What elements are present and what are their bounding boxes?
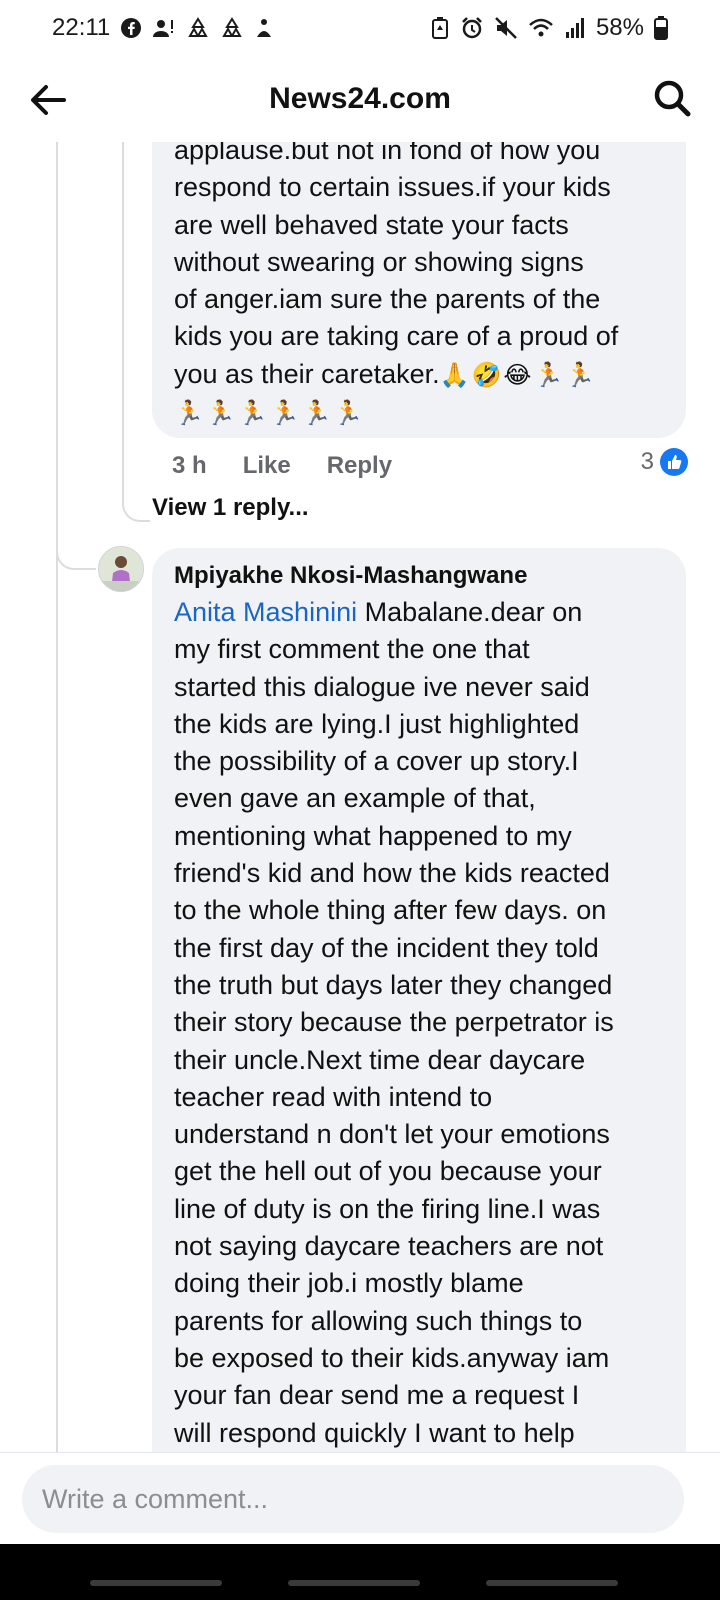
view-replies-link[interactable]: View 1 reply... xyxy=(152,494,309,522)
reply-thread-line xyxy=(122,142,124,502)
reaction-count: 3 xyxy=(640,448,654,475)
battery-icon xyxy=(654,16,668,40)
composer-bar: Write a comment... xyxy=(0,1452,720,1545)
comment-input[interactable]: Write a comment... xyxy=(22,1465,684,1533)
comment-time: 3 h xyxy=(172,452,207,479)
thread-line xyxy=(56,142,58,1482)
app-header: News24.com xyxy=(0,56,720,142)
mention-link[interactable]: Anita Mashinini xyxy=(174,597,357,627)
nav-home-button[interactable] xyxy=(288,1580,420,1586)
clock: 22:11 xyxy=(52,14,111,41)
wellbeing-icon xyxy=(257,19,272,37)
like-reaction-icon xyxy=(660,448,688,476)
facebook-icon xyxy=(121,18,142,38)
page-title: News24.com xyxy=(269,82,451,115)
saver-icon xyxy=(431,17,448,39)
comment-author[interactable]: Mpiyakhe Nkosi-Mashangwane xyxy=(174,562,664,590)
reaction-summary[interactable]: 3 xyxy=(641,448,688,476)
emoji-reactions: 🏃🏃🏃🏃🏃🏃 xyxy=(174,400,366,428)
user-alert-icon xyxy=(153,20,174,37)
signal-icon xyxy=(565,18,584,38)
like-button[interactable]: Like xyxy=(243,452,291,480)
status-bar: 22:11 58% xyxy=(0,0,720,56)
comment-text: applause.but not in fond of how you resp… xyxy=(174,142,619,428)
comment-bubble[interactable]: Mpiyakhe Nkosi-Mashangwane Anita Mashini… xyxy=(152,548,686,1482)
emoji-reactions: 🙏🤣😂🏃🏃 xyxy=(439,361,598,389)
reply-thread-elbow xyxy=(122,482,150,522)
reply-button[interactable]: Reply xyxy=(327,452,392,480)
thread-elbow xyxy=(56,540,96,570)
comment-bubble[interactable]: applause.but not in fond of how you resp… xyxy=(152,142,686,438)
alarm-icon xyxy=(462,17,482,39)
avatar[interactable] xyxy=(98,546,144,592)
recycle-icon xyxy=(222,17,243,37)
comment-text: Anita Mashinini Mabalane.dear on my firs… xyxy=(174,597,614,1448)
recycle-icon xyxy=(188,17,209,37)
nav-recents-button[interactable] xyxy=(90,1580,222,1586)
back-arrow-icon[interactable] xyxy=(28,80,68,120)
battery-percent: 58% xyxy=(595,14,644,41)
mute-icon xyxy=(495,17,517,39)
system-nav-bar xyxy=(0,1544,720,1600)
comment-actions: 3 h Like Reply xyxy=(172,446,688,486)
wifi-icon xyxy=(529,18,553,37)
comments-thread[interactable]: applause.but not in fond of how you resp… xyxy=(0,142,720,1482)
search-icon[interactable] xyxy=(652,78,692,118)
nav-back-button[interactable] xyxy=(486,1580,618,1586)
